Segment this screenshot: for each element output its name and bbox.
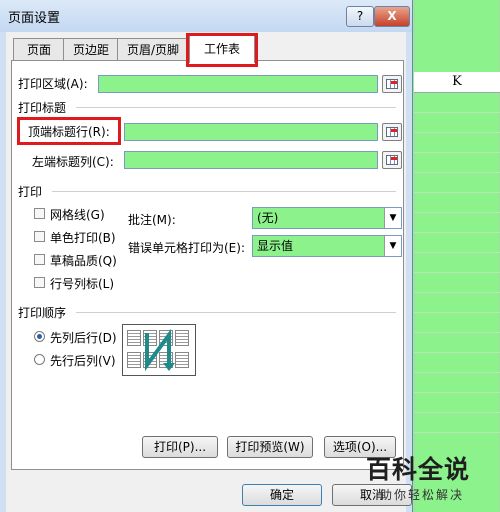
tab-margins[interactable]: 页边距 (63, 38, 119, 61)
grid-line (414, 112, 500, 113)
dialog-title: 页面设置 (8, 11, 61, 26)
rows-to-repeat-label: 顶端标题行(R): (28, 125, 110, 139)
page-setup-dialog: 页面设置 ? X 页面 页边距 页眉/页脚 工作表 打印区域(A): 打印标题 … (0, 0, 413, 512)
cell-errors-label: 错误单元格打印为(E): (128, 241, 245, 255)
page-order-group-label: 打印顺序 (18, 306, 67, 320)
group-divider (76, 312, 396, 313)
chevron-down-icon[interactable]: ▼ (384, 236, 401, 256)
over-then-down-label: 先行后列(V) (50, 354, 116, 368)
title-bar[interactable]: 页面设置 ? X (0, 0, 412, 32)
group-divider (52, 191, 396, 192)
over-then-down-radio[interactable] (34, 354, 45, 365)
grid-line (414, 212, 500, 213)
grid-line (414, 172, 500, 173)
chevron-down-icon[interactable]: ▼ (384, 208, 401, 228)
column-header-k[interactable]: K (414, 72, 500, 93)
tab-header-footer[interactable]: 页眉/页脚 (117, 38, 189, 61)
gridlines-label: 网格线(G) (50, 208, 105, 222)
sheet-tab-panel: 打印区域(A): 打印标题 顶端标题行(R): 左端标题列(C): 打印 网格线… (11, 60, 404, 470)
gridlines-checkbox[interactable] (34, 208, 45, 219)
grid-line (414, 132, 500, 133)
tab-page[interactable]: 页面 (13, 38, 65, 61)
grid-line (414, 432, 500, 433)
rows-to-repeat-input[interactable] (124, 123, 378, 141)
print-titles-group-label: 打印标题 (18, 101, 67, 115)
grid-line (414, 192, 500, 193)
grid-line (414, 232, 500, 233)
comments-select[interactable]: (无) ▼ (252, 207, 402, 229)
draft-quality-checkbox[interactable] (34, 254, 45, 265)
close-button[interactable]: X (374, 6, 410, 27)
print-group-label: 打印 (18, 185, 43, 199)
grid-line (414, 372, 500, 373)
grid-line (414, 332, 500, 333)
print-preview-button[interactable]: 打印预览(W) (227, 436, 313, 458)
grid-line (414, 292, 500, 293)
down-then-over-label: 先列后行(D) (50, 331, 117, 345)
watermark-logo: 百科全说 助你轻松解决 (366, 446, 496, 508)
comments-value: (无) (257, 211, 279, 225)
cell-errors-select[interactable]: 显示值 ▼ (252, 235, 402, 257)
row-col-headings-checkbox[interactable] (34, 277, 45, 288)
cols-to-repeat-label: 左端标题列(C): (32, 155, 114, 169)
ok-button[interactable]: 确定 (242, 484, 322, 506)
spreadsheet-backdrop: K (414, 0, 500, 512)
dialog-client-area: 页面 页边距 页眉/页脚 工作表 打印区域(A): 打印标题 顶端标题行(R):… (6, 32, 412, 512)
watermark-subtitle: 助你轻松解决 (380, 488, 465, 502)
grid-line (414, 392, 500, 393)
help-button[interactable]: ? (346, 6, 374, 27)
cols-to-repeat-input[interactable] (124, 151, 378, 169)
grid-line (414, 252, 500, 253)
tab-sheet-highlight (186, 33, 258, 67)
group-divider (76, 107, 396, 108)
print-area-label: 打印区域(A): (18, 77, 88, 91)
row-col-headings-label: 行号列标(L) (50, 277, 115, 291)
black-white-label: 单色打印(B) (50, 231, 116, 245)
grid-line (414, 352, 500, 353)
comments-label: 批注(M): (128, 213, 176, 227)
rows-collapse-icon[interactable] (382, 123, 402, 141)
print-button[interactable]: 打印(P)... (142, 436, 218, 458)
print-area-input[interactable] (98, 75, 378, 93)
grid-line (414, 152, 500, 153)
cell-errors-value: 显示值 (257, 239, 294, 253)
order-arrow-icon (145, 328, 175, 372)
watermark-title: 百科全说 (366, 455, 471, 484)
black-white-checkbox[interactable] (34, 231, 45, 242)
grid-line (414, 312, 500, 313)
cols-collapse-icon[interactable] (382, 151, 402, 169)
print-area-collapse-icon[interactable] (382, 75, 402, 93)
page-order-preview-icon (122, 324, 196, 376)
grid-line (414, 272, 500, 273)
draft-quality-label: 草稿品质(Q) (50, 254, 117, 268)
down-then-over-radio[interactable] (34, 331, 45, 342)
grid-line (414, 412, 500, 413)
